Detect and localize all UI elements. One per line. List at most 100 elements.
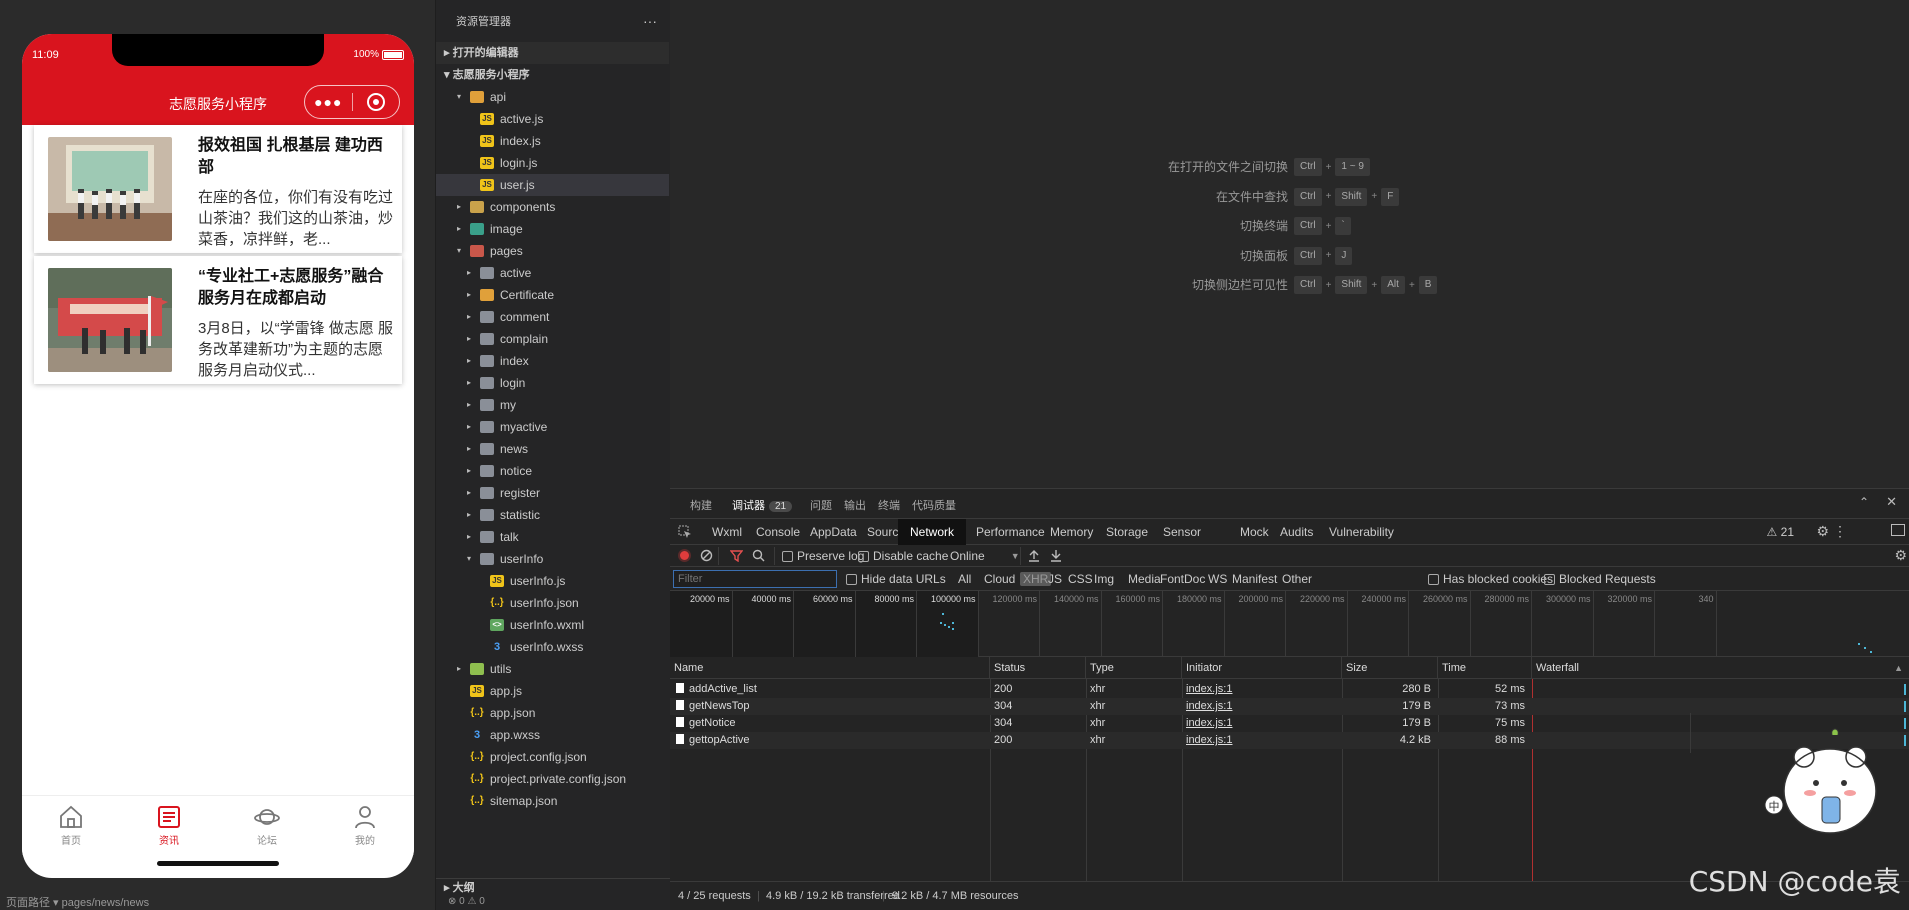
tab-output[interactable]: 输出 [844,497,866,513]
tree-folder[interactable]: ▸ talk [436,526,669,548]
hide-data-urls-checkbox[interactable]: Hide data URLs [846,572,946,586]
tree-folder[interactable]: ▸ register [436,482,669,504]
tree-folder[interactable]: ▸ image [436,218,669,240]
tool-tab-network[interactable]: Network [898,519,967,545]
record-button[interactable] [678,549,691,562]
chevron-down-icon[interactable]: ▾ [464,548,474,570]
type-filter-manifest[interactable]: Manifest [1232,572,1277,586]
tab-problems[interactable]: 问题 [810,497,832,513]
blocked-cookies-checkbox[interactable]: Has blocked cookies [1428,572,1553,586]
tree-folder[interactable]: ▸ login [436,372,669,394]
request-row[interactable]: gettopActive 200 xhr index.js:1 4.2 kB 88 ms [670,732,1909,749]
disable-cache-checkbox[interactable]: Disable cache [858,549,948,563]
news-card[interactable]: “专业社工+志愿服务”融合服务月在成都启动 3月8日，以“学雷锋 做志愿 服务改… [34,256,402,384]
chevron-down-icon[interactable]: ▾ [454,240,464,262]
more-icon[interactable]: ●●● [305,94,352,110]
chevron-right-icon[interactable]: ▸ [454,658,464,680]
chevron-right-icon[interactable]: ▸ [464,328,474,350]
chevron-down-icon[interactable]: ▾ [454,86,464,108]
filter-icon[interactable] [730,549,743,562]
tree-file[interactable]: {..} project.config.json [436,746,669,768]
chevron-right-icon[interactable]: ▸ [464,350,474,372]
type-filter-all[interactable]: All [958,572,971,586]
col-initiator[interactable]: Initiator [1182,657,1342,679]
request-row[interactable]: addActive_list 200 xhr index.js:1 280 B 52 ms [670,681,1909,698]
chevron-right-icon[interactable]: ▸ [454,218,464,240]
type-filter-css[interactable]: CSS [1068,572,1093,586]
tree-folder[interactable]: ▸ my [436,394,669,416]
tree-file[interactable]: JS user.js [436,174,669,196]
tool-tab-memory[interactable]: Memory [1050,525,1093,539]
type-filter-media[interactable]: Media [1128,572,1161,586]
col-waterfall[interactable]: Waterfall ▲ [1532,657,1909,679]
close-capsule-button[interactable] [352,93,399,111]
col-status[interactable]: Status [990,657,1086,679]
open-editors-section[interactable]: ▸ 打开的编辑器 [436,42,669,64]
network-settings-icon[interactable]: ⚙ [1894,547,1907,564]
col-time[interactable]: Time [1438,657,1532,679]
tool-tab-vulnerability[interactable]: Vulnerability [1329,525,1394,539]
settings-gear-icon[interactable]: ⚙ [1816,523,1829,540]
tree-file[interactable]: JS index.js [436,130,669,152]
project-section[interactable]: ▾ 志愿服务小程序 [436,64,669,86]
tool-tab-appdata[interactable]: AppData [810,525,857,539]
clear-icon[interactable] [700,549,713,562]
chevron-right-icon[interactable]: ▸ [464,482,474,504]
tree-file[interactable]: 3 app.wxss [436,724,669,746]
tree-folder[interactable]: ▸ index [436,350,669,372]
tree-file[interactable]: {..} sitemap.json [436,790,669,812]
tree-folder[interactable]: ▸ components [436,196,669,218]
tree-folder[interactable]: ▸ notice [436,460,669,482]
type-filter-font[interactable]: Font [1160,572,1184,586]
tab-code-quality[interactable]: 代码质量 [912,497,956,513]
request-row[interactable]: getNotice 304 xhr index.js:1 179 B 75 ms [670,715,1909,732]
tool-tab-storage[interactable]: Storage [1106,525,1148,539]
tree-file[interactable]: JS app.js [436,680,669,702]
tool-tab-console[interactable]: Console [756,525,800,539]
tab-debugger[interactable]: 调试器 21 [732,497,793,513]
tree-folder[interactable]: ▸ Certificate [436,284,669,306]
col-size[interactable]: Size [1342,657,1438,679]
tree-folder[interactable]: ▸ news [436,438,669,460]
tree-file[interactable]: {..} project.private.config.json [436,768,669,790]
tab-news[interactable]: 资讯 [120,796,218,855]
tab-terminal[interactable]: 终端 [878,497,900,513]
chevron-right-icon[interactable]: ▸ [464,438,474,460]
chevron-right-icon[interactable]: ▸ [454,196,464,218]
type-filter-cloud[interactable]: Cloud [984,572,1015,586]
outline-section[interactable]: ▸ 大纲 [436,878,670,896]
tool-tab-performance[interactable]: Performance [976,525,1045,539]
tree-file[interactable]: JS active.js [436,108,669,130]
close-panel-icon[interactable]: ✕ [1886,494,1897,510]
tree-folder[interactable]: ▸ complain [436,328,669,350]
cell-initiator[interactable]: index.js:1 [1186,734,1232,746]
type-filter-ws[interactable]: WS [1208,572,1227,586]
preserve-log-checkbox[interactable]: Preserve log [782,549,864,563]
type-filter-js[interactable]: JS [1048,572,1062,586]
news-card[interactable]: 报效祖国 扎根基层 建功西部 在座的各位，你们有没有吃过山茶油？我们这的山茶油，… [34,125,402,253]
import-har-icon[interactable] [1028,549,1040,562]
kebab-menu-icon[interactable]: ⋮ [1833,523,1847,540]
request-row[interactable]: getNewsTop 304 xhr index.js:1 179 B 73 ms [670,698,1909,715]
problems-status[interactable]: ⊗ 0 ⚠ 0 [448,896,485,907]
tree-folder[interactable]: ▸ statistic [436,504,669,526]
chevron-right-icon[interactable]: ▸ [464,394,474,416]
page-path[interactable]: 页面路径 ▾ pages/news/news [0,890,435,910]
tree-folder[interactable]: ▾ api [436,86,669,108]
network-overview-timeline[interactable]: 20000 ms 40000 ms 60000 ms 80000 ms 100000 m… [670,591,1909,657]
tree-file[interactable]: JS userInfo.js [436,570,669,592]
type-filter-other[interactable]: Other [1282,572,1312,586]
chevron-right-icon[interactable]: ▸ [464,460,474,482]
tree-folder[interactable]: ▸ myactive [436,416,669,438]
tab-home[interactable]: 首页 [22,796,120,855]
tree-file[interactable]: 3 userInfo.wxss [436,636,669,658]
chevron-right-icon[interactable]: ▸ [464,306,474,328]
tree-folder[interactable]: ▸ utils [436,658,669,680]
tree-folder[interactable]: ▸ active [436,262,669,284]
inspect-element-icon[interactable] [678,525,692,539]
warnings-count[interactable]: ⚠ 21 [1767,525,1794,539]
tree-folder[interactable]: ▸ comment [436,306,669,328]
tab-mine[interactable]: 我的 [316,796,414,855]
cell-initiator[interactable]: index.js:1 [1186,683,1232,695]
throttling-select[interactable]: Online ▼ [950,549,1020,563]
